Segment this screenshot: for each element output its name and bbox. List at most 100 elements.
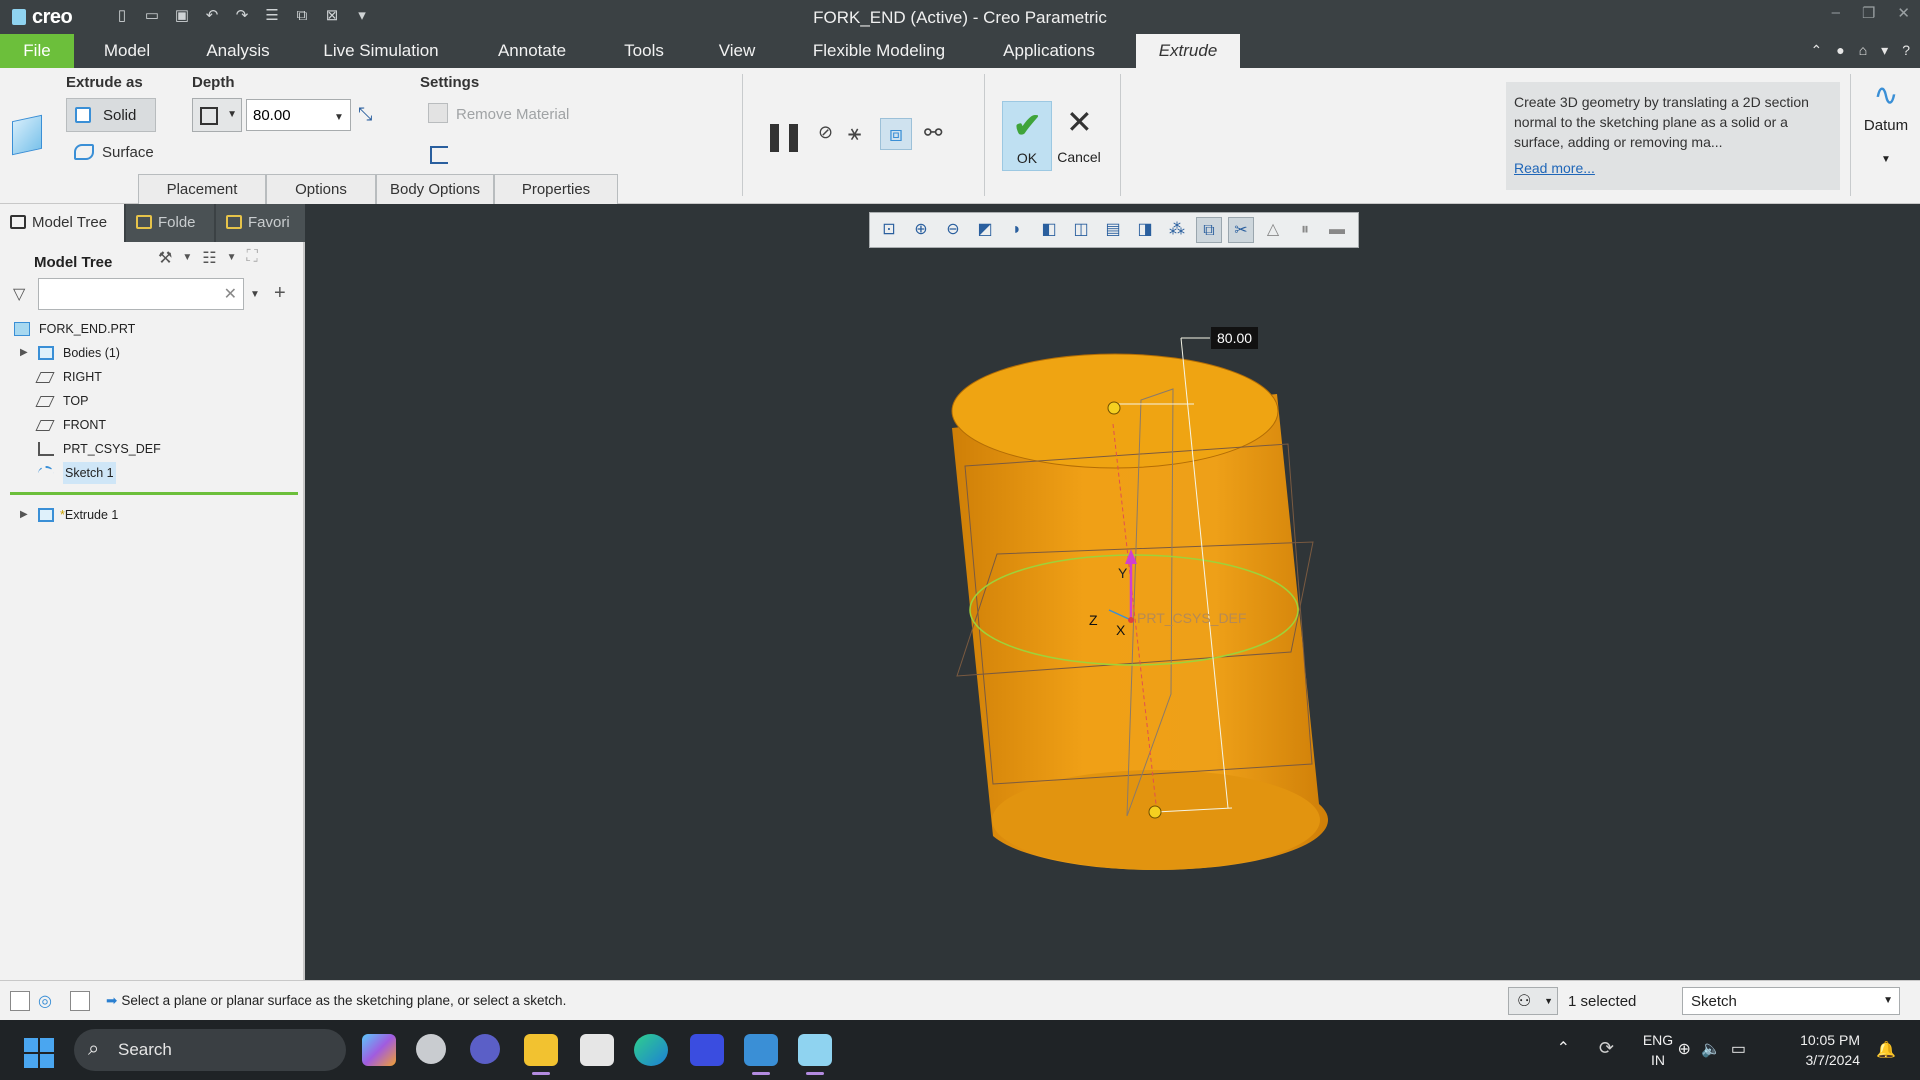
file-explorer-icon[interactable] [524, 1034, 558, 1075]
tab-extrude[interactable]: Extrude [1136, 34, 1240, 68]
tab-tools[interactable]: Tools [614, 34, 674, 68]
tab-view[interactable]: View [712, 34, 762, 68]
expand-icon[interactable]: ▶ [20, 342, 28, 364]
thicken-sketch-icon[interactable] [430, 146, 448, 164]
tree-item-sketch[interactable]: Sketch 1 [0, 462, 300, 484]
restore-icon[interactable]: ❐ [1862, 4, 1875, 22]
tree-header: Model Tree [34, 254, 113, 271]
graphics-window[interactable]: ⊡ ⊕ ⊖ ◩ ◗ ◧ ◫ ▤ ◨ ⁂ ⧉ ✂ △ ⏸ ▬ Y Z X PRT_… [305, 204, 1920, 980]
tab-analysis[interactable]: Analysis [196, 34, 280, 68]
tree-item-extrude[interactable]: ▶ *Extrude 1 [0, 504, 300, 526]
tab-file[interactable]: File [0, 34, 74, 68]
browser-icon[interactable]: ◎ [38, 991, 58, 1011]
tree-item-csys[interactable]: PRT_CSYS_DEF [0, 438, 300, 460]
solid-button[interactable]: Solid [66, 98, 156, 132]
show-icon[interactable]: ☷ [202, 248, 216, 268]
subtab-body-options[interactable]: Body Options [376, 174, 494, 204]
edge-icon[interactable] [634, 1034, 668, 1066]
favorites-icon [226, 215, 242, 229]
tree-item-top-plane[interactable]: TOP [0, 390, 300, 412]
tab-applications[interactable]: Applications [994, 34, 1104, 68]
windows-start-icon[interactable] [24, 1038, 54, 1068]
datum-plane-icon [35, 396, 55, 407]
subtab-options[interactable]: Options [266, 174, 376, 204]
creo-taskbar-icon[interactable] [798, 1034, 832, 1075]
minimize-icon[interactable]: – [1832, 4, 1840, 22]
depth-type-dropdown[interactable]: ▼ [192, 98, 242, 132]
settings-icon[interactable]: ⚒ [158, 248, 172, 268]
tab-model-tree[interactable]: Model Tree [0, 204, 124, 242]
tab-favorites[interactable]: Favori [216, 204, 305, 242]
chevron-down-icon[interactable]: ▼ [227, 248, 237, 268]
notification-bell-icon[interactable]: 🔔 [1876, 1040, 1896, 1060]
depth-drag-handle[interactable] [1148, 805, 1162, 819]
tree-item-bodies[interactable]: ▶ Bodies (1) [0, 342, 300, 364]
battery-icon[interactable]: ▭ [1731, 1041, 1756, 1058]
tray-overflow-icon[interactable]: ⌃ [1557, 1038, 1570, 1058]
ribbon-tabs: File Model Analysis Live Simulation Anno… [0, 34, 1920, 68]
dropdown-icon[interactable]: ▾ [1881, 42, 1888, 59]
store-icon[interactable] [580, 1034, 614, 1066]
csys-z-label: Z [1089, 612, 1098, 628]
datum-button[interactable]: ∿ Datum ▼ [1852, 74, 1920, 204]
add-filter-icon[interactable]: + [274, 282, 286, 305]
no-preview-icon[interactable]: ⊘ [818, 122, 833, 143]
expand-icon[interactable]: ▶ [20, 504, 28, 526]
copilot-icon[interactable] [362, 1034, 396, 1066]
cancel-button[interactable]: ✕ Cancel [1054, 101, 1104, 171]
insert-here-indicator[interactable] [10, 492, 298, 495]
depth-drag-handle[interactable] [1107, 401, 1121, 415]
learning-icon[interactable]: ⌂ [1859, 42, 1867, 59]
sync-icon[interactable]: ⟳ [1599, 1038, 1614, 1059]
help-icon[interactable]: ? [1902, 42, 1910, 59]
chevron-down-icon[interactable]: ▼ [182, 248, 192, 268]
selection-filter-value: Sketch [1691, 993, 1737, 1010]
user-icon[interactable]: ● [1836, 42, 1844, 59]
graphics-toolbar-toggle-icon[interactable] [10, 991, 30, 1011]
tree-item-front-plane[interactable]: FRONT [0, 414, 300, 436]
cancel-label: Cancel [1057, 149, 1101, 165]
tree-item-right-plane[interactable]: RIGHT [0, 366, 300, 388]
widgets-icon[interactable] [416, 1034, 446, 1064]
tab-folder-label: Folde [158, 214, 196, 231]
close-icon[interactable]: ✕ [1897, 4, 1910, 22]
mathcad-icon[interactable] [690, 1034, 724, 1066]
photos-icon[interactable] [744, 1034, 778, 1075]
message-arrow-icon: ➡ [106, 993, 118, 1008]
preview-geometry-icon[interactable]: ⚹ [848, 120, 861, 146]
tab-live-simulation[interactable]: Live Simulation [316, 34, 446, 68]
feature-preview-glasses-icon[interactable]: ⚯ [924, 120, 942, 146]
tab-model[interactable]: Model [90, 34, 164, 68]
clear-search-icon[interactable]: ✕ [224, 284, 237, 304]
flip-direction-icon[interactable]: ⤡ [358, 104, 382, 128]
tree-filter-icon[interactable]: ⛶ [247, 248, 258, 268]
ok-button[interactable]: ✔ OK [1002, 101, 1052, 171]
tab-annotate[interactable]: Annotate [484, 34, 580, 68]
depth-dimension-label[interactable]: 80.00 [1211, 327, 1259, 349]
depth-value-dropdown-icon[interactable]: ▼ [334, 112, 344, 123]
network-icon[interactable]: ⊕ [1678, 1041, 1701, 1058]
read-more-link[interactable]: Read more... [1514, 158, 1832, 178]
tab-folder-browser[interactable]: Folde [126, 204, 214, 242]
tree-search-input[interactable]: ✕ [38, 278, 244, 310]
chevron-down-icon[interactable]: ▼ [250, 289, 260, 300]
volume-icon[interactable]: 🔈 [1701, 1041, 1731, 1058]
selected-count[interactable]: 1 selected [1568, 993, 1636, 1010]
remove-material-icon[interactable] [428, 103, 448, 123]
minimize-ribbon-icon[interactable]: ⌃ [1811, 42, 1823, 59]
tray-icons[interactable]: ⊕🔈▭ [1678, 1039, 1756, 1059]
teams-icon[interactable] [470, 1034, 500, 1064]
pause-icon[interactable] [770, 124, 798, 152]
selection-filter-select[interactable]: Sketch ▼ [1682, 987, 1900, 1015]
verify-icon[interactable]: ⧈ [880, 118, 912, 150]
bodies-icon [38, 346, 54, 360]
subtab-placement[interactable]: Placement [138, 174, 266, 204]
tree-item-part[interactable]: FORK_END.PRT [0, 318, 300, 340]
full-screen-icon[interactable] [70, 991, 90, 1011]
taskbar-search[interactable]: ⌕ Search [74, 1029, 346, 1071]
tab-flexible-modeling[interactable]: Flexible Modeling [800, 34, 958, 68]
subtab-properties[interactable]: Properties [494, 174, 618, 204]
find-button[interactable]: ⚇ ▼ [1508, 987, 1558, 1015]
language-indicator[interactable]: ENG IN [1638, 1030, 1678, 1070]
clock[interactable]: 10:05 PM 3/7/2024 [1770, 1030, 1860, 1070]
